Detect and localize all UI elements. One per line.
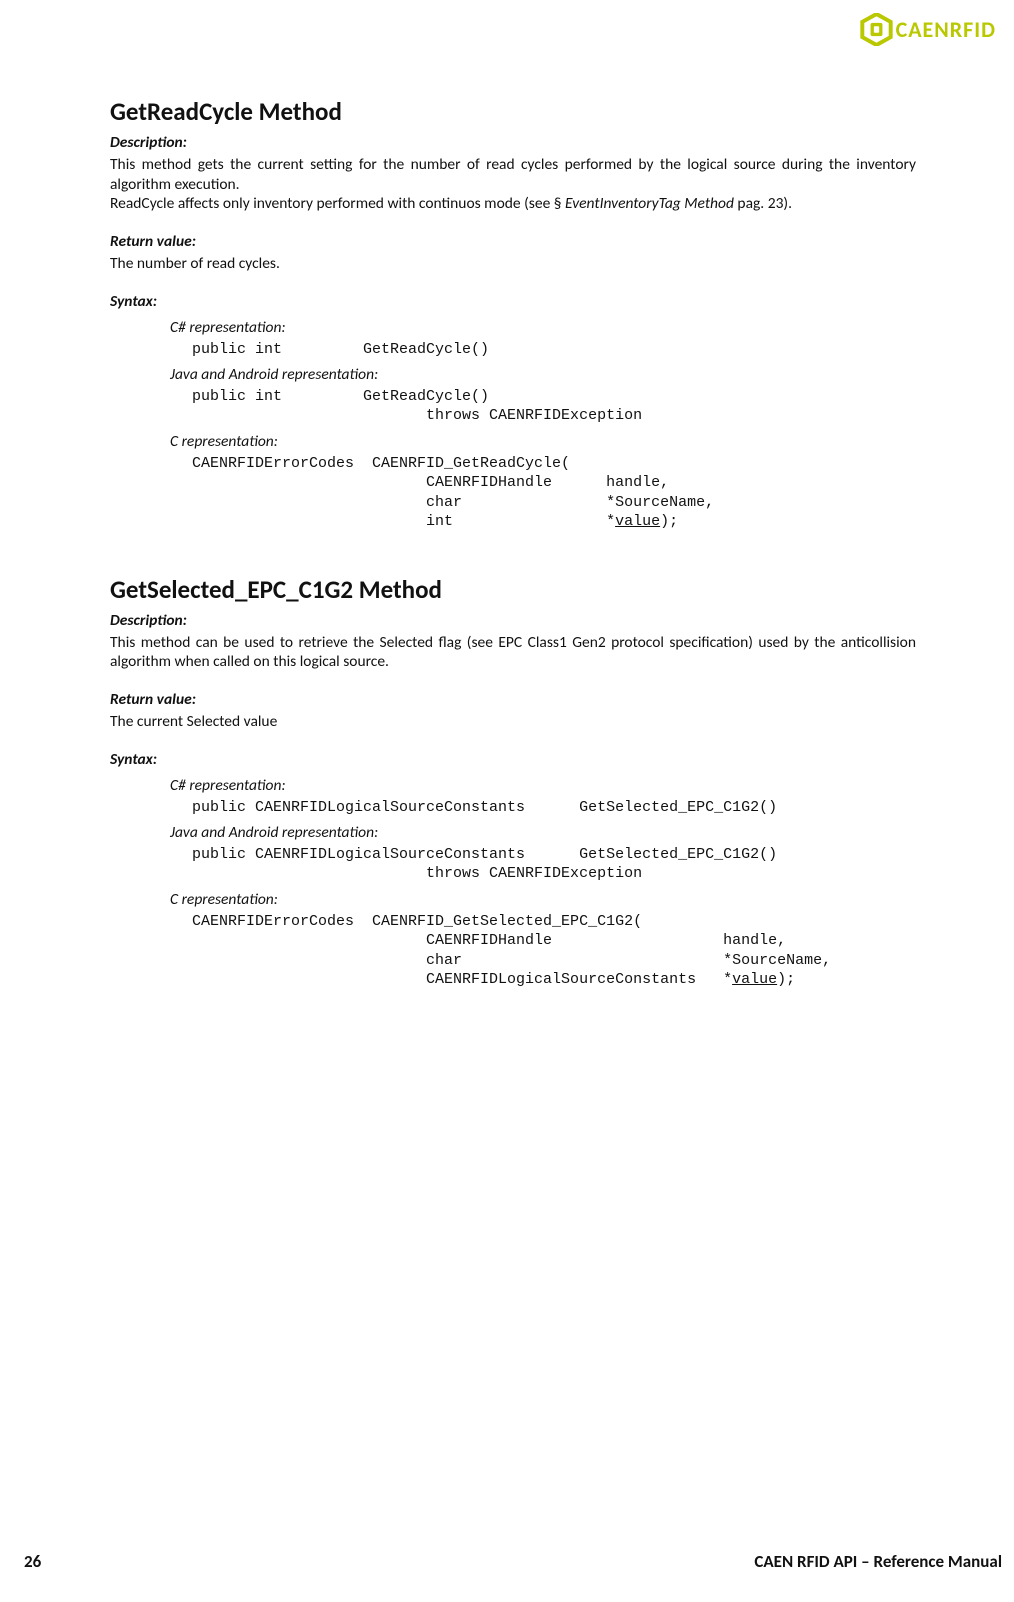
rep-label: Java and Android representation: — [170, 823, 916, 843]
rep-label: Java and Android representation: — [170, 365, 916, 385]
hexagon-icon — [860, 13, 893, 46]
syntax-label: Syntax: — [110, 750, 916, 770]
return-text: The current Selected value — [110, 712, 916, 732]
rep-label: C representation: — [170, 432, 916, 452]
syntax-label: Syntax: — [110, 292, 916, 312]
rep-label: C# representation: — [170, 318, 916, 338]
page-footer: 26 CAEN RFID API – Reference Manual — [24, 1551, 1002, 1572]
page-number: 26 — [24, 1551, 41, 1572]
rep-label: C representation: — [170, 890, 916, 910]
section-title: GetSelected_EPC_C1G2 Method — [110, 574, 916, 605]
code-block: public int GetReadCycle() — [192, 340, 916, 360]
brand-logo: CAENRFID — [860, 13, 996, 46]
description-text: This method gets the current setting for… — [110, 155, 916, 214]
section-title: GetReadCycle Method — [110, 96, 916, 127]
return-text: The number of read cycles. — [110, 254, 916, 274]
code-block: public CAENRFIDLogicalSourceConstants Ge… — [192, 845, 916, 884]
syntax-block: C# representation: public int GetReadCyc… — [170, 318, 916, 532]
code-block: public CAENRFIDLogicalSourceConstants Ge… — [192, 798, 916, 818]
brand-text: CAENRFID — [896, 16, 996, 43]
return-label: Return value: — [110, 232, 916, 252]
footer-title: CAEN RFID API – Reference Manual — [754, 1551, 1002, 1572]
syntax-block: C# representation: public CAENRFIDLogica… — [170, 776, 916, 990]
return-label: Return value: — [110, 690, 916, 710]
code-block: CAENRFIDErrorCodes CAENRFID_GetSelected_… — [192, 912, 916, 990]
code-block: public int GetReadCycle() throws CAENRFI… — [192, 387, 916, 426]
rep-label: C# representation: — [170, 776, 916, 796]
code-block: CAENRFIDErrorCodes CAENRFID_GetReadCycle… — [192, 454, 916, 532]
page-content: GetReadCycle Method Description: This me… — [24, 22, 1002, 990]
description-label: Description: — [110, 133, 916, 153]
description-label: Description: — [110, 611, 916, 631]
description-text: This method can be used to retrieve the … — [110, 633, 916, 673]
